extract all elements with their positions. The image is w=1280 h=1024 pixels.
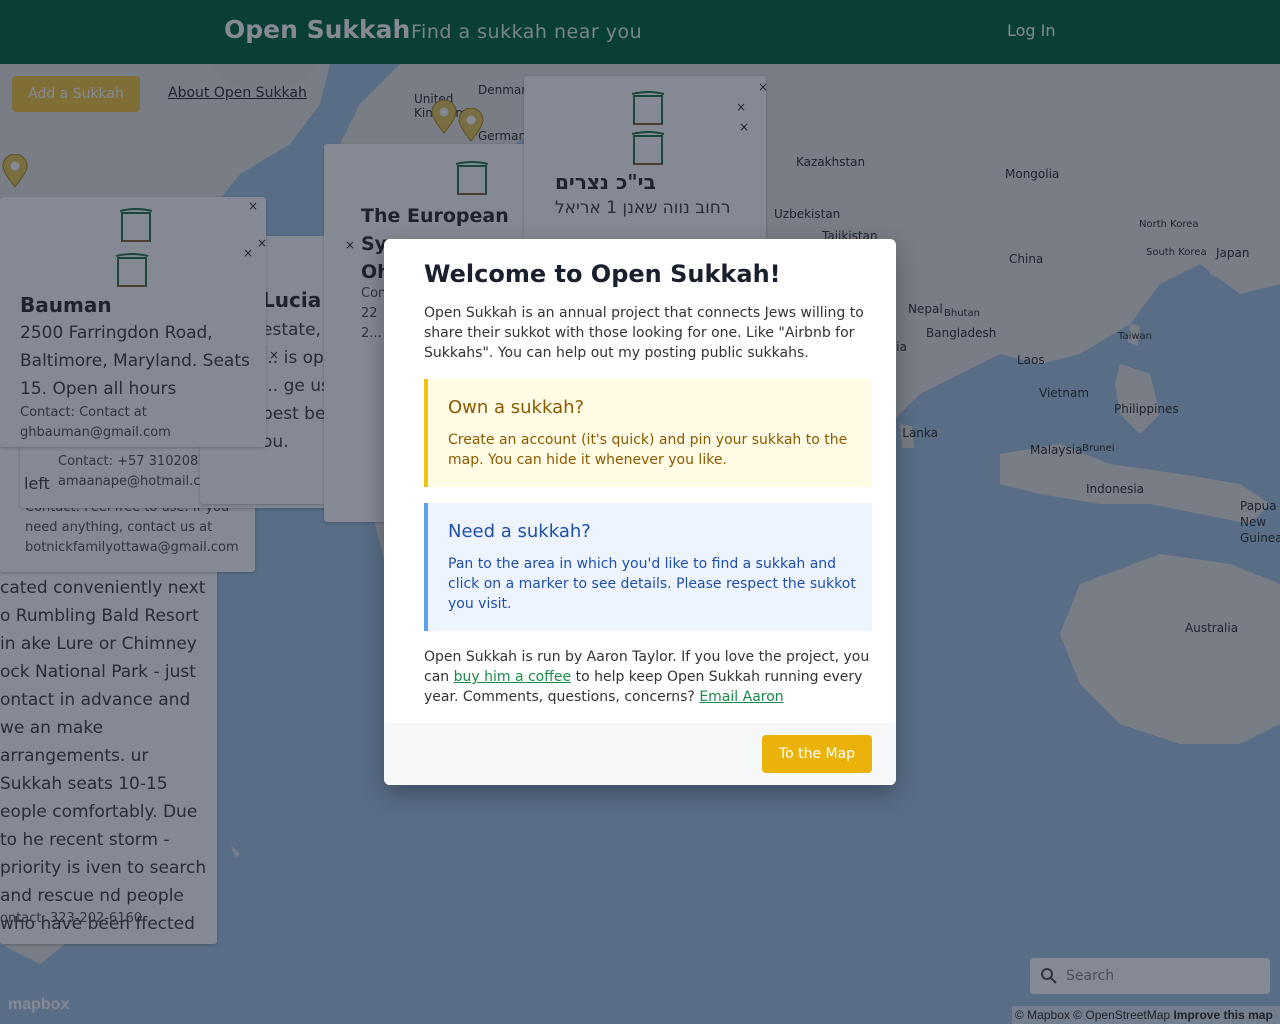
email-aaron-link[interactable]: Email Aaron	[699, 689, 783, 705]
modal-intro: Open Sukkah is an annual project that co…	[424, 305, 864, 361]
need-sukkah-text: Pan to the area in which you'd like to f…	[448, 556, 856, 612]
own-sukkah-heading: Own a sukkah?	[448, 397, 585, 418]
own-sukkah-callout: Own a sukkah? Create an account (it's qu…	[424, 379, 872, 487]
modal-footer-text: Open Sukkah is run by Aaron Taylor. If y…	[424, 647, 874, 707]
modal-footer: To the Map	[384, 723, 896, 785]
modal-title: Welcome to Open Sukkah!	[424, 260, 781, 288]
own-sukkah-text: Create an account (it's quick) and pin y…	[448, 432, 848, 468]
welcome-modal: Welcome to Open Sukkah! Open Sukkah is a…	[384, 239, 896, 785]
need-sukkah-heading: Need a sukkah?	[448, 521, 591, 542]
buy-coffee-link[interactable]: buy him a coffee	[454, 669, 572, 685]
to-the-map-button[interactable]: To the Map	[762, 735, 872, 773]
need-sukkah-callout: Need a sukkah? Pan to the area in which …	[424, 503, 872, 631]
